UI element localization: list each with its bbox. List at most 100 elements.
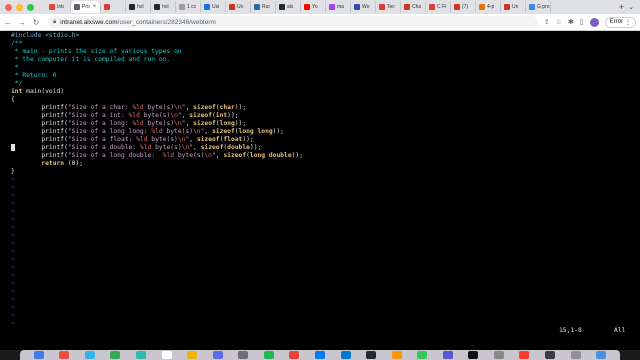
dock-app-icon[interactable] <box>59 351 70 359</box>
empty-line-tilde: ~ <box>11 280 15 287</box>
browser-tab[interactable]: Usi <box>201 1 226 13</box>
tab-favicon-icon <box>204 4 210 10</box>
tab-favicon-icon <box>304 4 310 10</box>
browser-tab[interactable]: hol <box>151 1 176 13</box>
dock-app-icon[interactable] <box>340 351 351 359</box>
dock-app-icon[interactable] <box>442 351 453 359</box>
browser-tab[interactable]: alx <box>276 1 301 13</box>
dock-app-icon[interactable] <box>33 351 44 359</box>
tab-label: C Fi <box>437 4 447 10</box>
browser-tab[interactable]: hol <box>126 1 151 13</box>
error-button[interactable]: Error ⋮ <box>604 16 636 28</box>
code-token: "Size of a double: <box>67 144 140 151</box>
dock-app-icon[interactable] <box>366 351 377 359</box>
code-token: , <box>204 128 212 135</box>
browser-tab[interactable]: C Fi <box>426 1 451 13</box>
sidebar-icon[interactable]: ▯ <box>580 18 584 26</box>
code-token: )); <box>234 120 247 127</box>
dock-app-icon[interactable] <box>161 351 172 359</box>
browser-toolbar: ← → ↻ 🔒︎ intranet.alxswe.com/user_contai… <box>0 14 640 31</box>
browser-tab[interactable]: Cha <box>401 1 426 13</box>
code-token: )); <box>234 104 247 111</box>
code-token: "Size of a long long: <box>67 128 152 135</box>
dock-app-icon[interactable] <box>289 351 300 359</box>
web-terminal[interactable]: #include <stdio.h>/** * main - prints th… <box>0 31 640 350</box>
browser-tab[interactable]: Pro × <box>71 1 101 13</box>
browser-tab[interactable]: 4-p <box>476 1 501 13</box>
address-bar[interactable]: 🔒︎ intranet.alxswe.com/user_containers/2… <box>48 16 538 28</box>
code-token: printf( <box>11 136 68 143</box>
dock-app-icon[interactable] <box>187 351 198 359</box>
browser-tab[interactable]: G pro <box>526 1 551 13</box>
code-token: char <box>219 104 235 111</box>
tab-label: ma <box>337 4 344 10</box>
tab-search-chevron-icon[interactable]: ⌄ <box>628 3 634 11</box>
code-token: } <box>11 168 15 175</box>
back-arrow-icon[interactable]: ← <box>2 16 14 28</box>
code-line: * the computer it is compiled and run on… <box>11 56 640 64</box>
empty-line-tilde: ~ <box>11 192 15 199</box>
dock-app-icon[interactable] <box>545 351 556 359</box>
browser-tab[interactable]: Un <box>501 1 526 13</box>
browser-tab[interactable]: Rur <box>251 1 276 13</box>
browser-tab[interactable]: 1 cc <box>176 1 201 13</box>
tab-favicon-icon <box>454 4 460 10</box>
code-line: printf("Size of a int: %ld byte(s)\n", s… <box>11 112 640 120</box>
dock-app-icon[interactable] <box>519 351 530 359</box>
browser-tab[interactable] <box>101 1 126 13</box>
code-line: /** <box>11 40 640 48</box>
code-token: byte(s) <box>139 112 171 119</box>
dock-app-icon[interactable] <box>468 351 479 359</box>
browser-tab[interactable]: Wo <box>351 1 376 13</box>
browser-tab[interactable]: ma <box>326 1 351 13</box>
maximize-window-button[interactable] <box>27 3 34 11</box>
empty-line-tilde: ~ <box>11 216 15 223</box>
code-token: long long <box>238 128 273 135</box>
browser-tab[interactable]: Un <box>226 1 251 13</box>
code-token: %ld <box>132 104 144 111</box>
profile-avatar[interactable] <box>589 17 599 27</box>
code-token: main(void) <box>22 88 65 95</box>
dock-app-icon[interactable] <box>110 351 121 359</box>
dock-app-icon[interactable] <box>314 351 325 359</box>
code-token: * <box>11 64 19 71</box>
reload-icon[interactable]: ↻ <box>30 16 42 28</box>
code-token: int <box>11 88 23 95</box>
code-token: byte(s) <box>151 144 182 151</box>
code-token: long double <box>249 152 292 159</box>
tab-list: Inb Pro × hol hol 1 cc Usi Un Rur alx Yo ma Wo Tec Cha… <box>46 0 615 14</box>
new-tab-button[interactable]: + <box>615 2 628 12</box>
code-token: \n <box>170 112 178 119</box>
tab-favicon-icon <box>379 4 385 10</box>
dock-app-icon[interactable] <box>84 351 95 359</box>
bookmark-star-icon[interactable]: ☆ <box>556 18 562 26</box>
browser-tab[interactable]: Inb <box>46 1 71 13</box>
tab-label: Pro <box>82 4 90 10</box>
browser-tab[interactable]: (7) <box>451 1 476 13</box>
dock-app-icon[interactable] <box>596 351 607 359</box>
code-token: )); <box>242 136 254 143</box>
browser-tab[interactable]: Yo <box>301 1 326 13</box>
tab-close-icon[interactable]: × <box>93 4 97 10</box>
tab-favicon-icon <box>529 4 535 10</box>
dock-app-icon[interactable] <box>238 351 249 359</box>
forward-arrow-icon[interactable]: → <box>16 16 28 28</box>
dock-app-icon[interactable] <box>391 351 402 359</box>
empty-line-tilde: ~ <box>11 312 15 319</box>
dock-app-icon[interactable] <box>493 351 504 359</box>
minimize-window-button[interactable] <box>16 3 23 11</box>
code-token: byte(s) <box>174 152 205 159</box>
code-token: * Return: 0 <box>11 72 57 79</box>
browser-tab[interactable]: Tec <box>376 1 401 13</box>
empty-line-tilde: ~ <box>11 304 15 311</box>
share-icon[interactable]: ⇪ <box>544 18 550 26</box>
url-host: intranet.alxswe.com <box>60 18 118 26</box>
dock-app-icon[interactable] <box>136 351 147 359</box>
close-window-button[interactable] <box>5 3 12 11</box>
dock-app-icon[interactable] <box>212 351 223 359</box>
empty-line-tilde: ~ <box>11 176 15 183</box>
extensions-puzzle-icon[interactable]: ✱ <box>568 18 574 26</box>
dock-app-icon[interactable] <box>570 351 581 359</box>
dock-app-icon[interactable] <box>263 351 274 359</box>
dock-app-icon[interactable] <box>417 351 428 359</box>
